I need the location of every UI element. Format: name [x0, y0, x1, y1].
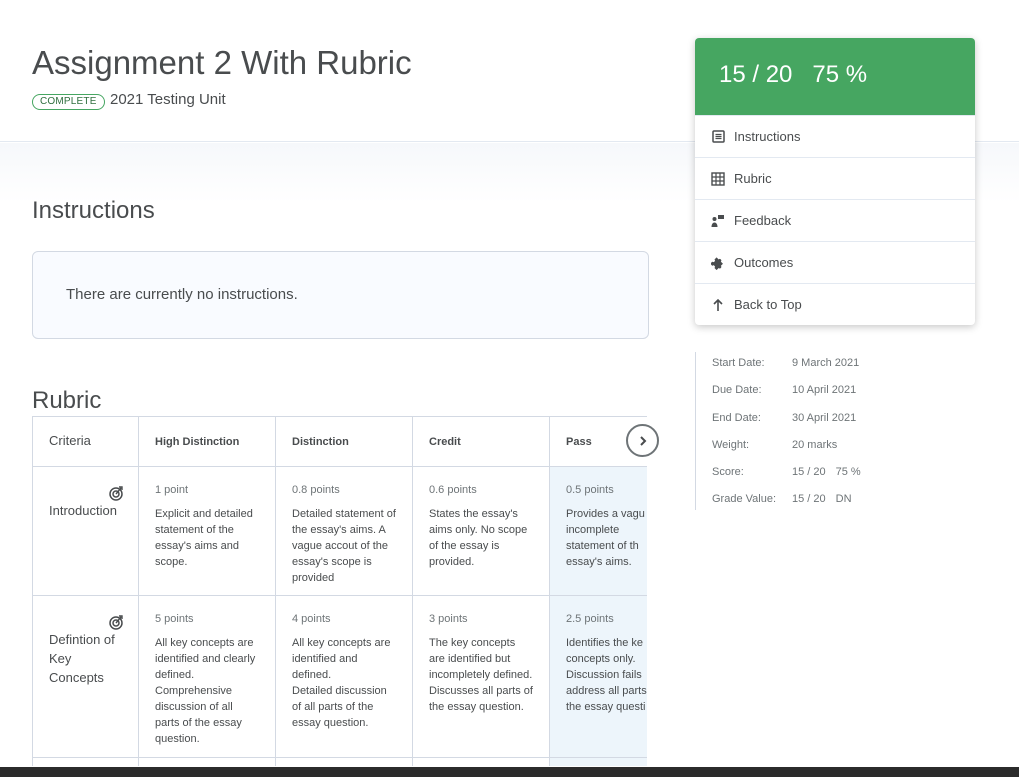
- detail-due-date: Due Date: 10 April 2021: [712, 384, 856, 396]
- instructions-box: There are currently no instructions.: [32, 251, 649, 339]
- detail-value: 10 April 2021: [792, 384, 857, 396]
- detail-score: Score: 15 / 20 75 %: [712, 466, 861, 478]
- detail-value: 30 April 2021: [792, 412, 857, 424]
- level-description: The key concepts are identified but inco…: [429, 637, 533, 713]
- rubric-level-cell: 4 points All key concepts are identified…: [275, 595, 413, 758]
- detail-grade-value: Grade Value: 15 / 20 DN: [712, 493, 852, 505]
- criterion-cell: Introduction: [32, 466, 139, 596]
- assignment-details: Start Date: 9 March 2021 Due Date: 10 Apri…: [695, 352, 975, 510]
- detail-end-date: End Date: 30 April 2021: [712, 412, 856, 424]
- detail-label: Due Date:: [712, 384, 762, 396]
- detail-score-percent: 75 %: [835, 466, 861, 478]
- instructions-icon: [711, 130, 725, 144]
- level-description: States the essay's aims only. No scope o…: [429, 508, 528, 568]
- target-icon: [109, 615, 123, 630]
- table-row: Introduction 1 point Explicit and detail…: [32, 466, 647, 596]
- column-header-distinction: Distinction: [275, 416, 413, 467]
- detail-value: 9 March 2021: [792, 357, 860, 369]
- rubric-table: Criteria High Distinction Distinction Cr…: [32, 416, 647, 766]
- rubric-level-cell: 1 point Explicit and detailed statement …: [138, 466, 276, 596]
- nav-item-label: Rubric: [734, 171, 772, 186]
- arrow-up-icon: [711, 298, 725, 312]
- unit-name: 2021 Testing Unit: [110, 91, 226, 108]
- criterion-cell: Defintion of Key Concepts: [32, 595, 139, 758]
- nav-item-feedback[interactable]: Feedback: [695, 199, 975, 241]
- level-points: 1 point: [155, 484, 189, 496]
- nav-item-rubric[interactable]: Rubric: [695, 157, 975, 199]
- level-description: All key concepts are identified and defi…: [292, 637, 391, 729]
- rubric-level-cell-selected: [549, 757, 647, 766]
- rubric-heading: Rubric: [32, 387, 102, 414]
- detail-grade-letter: DN: [835, 493, 852, 505]
- level-description: Provides a vagu incomplete statement of …: [566, 508, 645, 568]
- detail-score-value: 15 / 20: [792, 466, 826, 478]
- criterion-name: Introduction: [49, 503, 117, 518]
- status-badge: COMPLETE: [32, 94, 105, 110]
- table-row: Defintion of Key Concepts 5 points All k…: [32, 595, 647, 758]
- scroll-right-button[interactable]: [626, 424, 659, 457]
- level-description: All key concepts are identified and clea…: [155, 637, 256, 745]
- rubric-level-cell-selected: 2.5 points Identifies the ke concepts on…: [549, 595, 647, 758]
- target-icon: [109, 486, 123, 501]
- nav-item-label: Outcomes: [734, 255, 794, 270]
- nav-item-label: Back to Top: [734, 297, 802, 312]
- nav-item-instructions[interactable]: Instructions: [695, 115, 975, 157]
- rubric-level-cell: [275, 757, 413, 766]
- detail-label: Grade Value:: [712, 493, 777, 505]
- column-header-credit: Credit: [412, 416, 550, 467]
- criterion-name: Defintion of Key Concepts: [49, 632, 115, 685]
- nav-item-outcomes[interactable]: Outcomes: [695, 241, 975, 283]
- table-row: [32, 757, 647, 766]
- level-points: 2.5 points: [566, 613, 614, 625]
- instructions-text: There are currently no instructions.: [66, 286, 298, 303]
- nav-item-back-to-top[interactable]: Back to Top: [695, 283, 975, 325]
- column-header-criteria: Criteria: [32, 416, 139, 467]
- level-description: Identifies the ke concepts only. Discuss…: [566, 637, 647, 713]
- detail-label: Weight:: [712, 439, 750, 451]
- rubric-level-cell: 0.8 points Detailed statement of the ess…: [275, 466, 413, 596]
- rubric-level-cell-selected: 0.5 points Provides a vagu incomplete st…: [549, 466, 647, 596]
- rubric-level-cell: [412, 757, 550, 766]
- taskbar: [0, 767, 1019, 777]
- grade-percent: 75 %: [812, 61, 868, 88]
- detail-value: 20 marks: [792, 439, 838, 451]
- page-title: Assignment 2 With Rubric: [32, 44, 412, 81]
- column-header-high-distinction: High Distinction: [138, 416, 276, 467]
- level-points: 0.6 points: [429, 484, 477, 496]
- nav-item-label: Feedback: [734, 213, 792, 228]
- feedback-icon: [711, 214, 725, 228]
- rubric-table-container[interactable]: Criteria High Distinction Distinction Cr…: [32, 416, 647, 766]
- rubric-level-cell: 5 points All key concepts are identified…: [138, 595, 276, 758]
- detail-value: 15 / 20 75 %: [792, 466, 861, 478]
- rubric-level-cell: 0.6 points States the essay's aims only.…: [412, 466, 550, 596]
- puzzle-icon: [711, 256, 725, 270]
- nav-item-label: Instructions: [734, 129, 801, 144]
- grade-score: 15 / 20: [719, 61, 793, 88]
- detail-value: 15 / 20 DN: [792, 493, 852, 505]
- chevron-right-icon: [639, 435, 646, 446]
- grade-card: 15 / 20 75 % Instructions Rubric Feedback…: [695, 38, 975, 325]
- detail-weight: Weight: 20 marks: [712, 439, 837, 451]
- level-description: Detailed statement of the essay's aims. …: [292, 508, 396, 584]
- grade-summary: 15 / 20 75 %: [695, 38, 975, 115]
- instructions-heading: Instructions: [32, 197, 155, 224]
- rubric-level-cell: [138, 757, 276, 766]
- detail-start-date: Start Date: 9 March 2021: [712, 357, 859, 369]
- level-description: Explicit and detailed statement of the e…: [155, 508, 253, 568]
- grid-icon: [711, 171, 725, 186]
- level-points: 0.5 points: [566, 484, 614, 496]
- level-points: 5 points: [155, 613, 194, 625]
- rubric-header-row: Criteria High Distinction Distinction Cr…: [32, 416, 647, 467]
- detail-grade-score: 15 / 20: [792, 493, 826, 505]
- detail-label: Score:: [712, 466, 744, 478]
- detail-label: Start Date:: [712, 357, 765, 369]
- level-points: 4 points: [292, 613, 331, 625]
- level-points: 0.8 points: [292, 484, 340, 496]
- criterion-cell: [32, 757, 139, 766]
- detail-label: End Date:: [712, 412, 761, 424]
- rubric-level-cell: 3 points The key concepts are identified…: [412, 595, 550, 758]
- level-points: 3 points: [429, 613, 468, 625]
